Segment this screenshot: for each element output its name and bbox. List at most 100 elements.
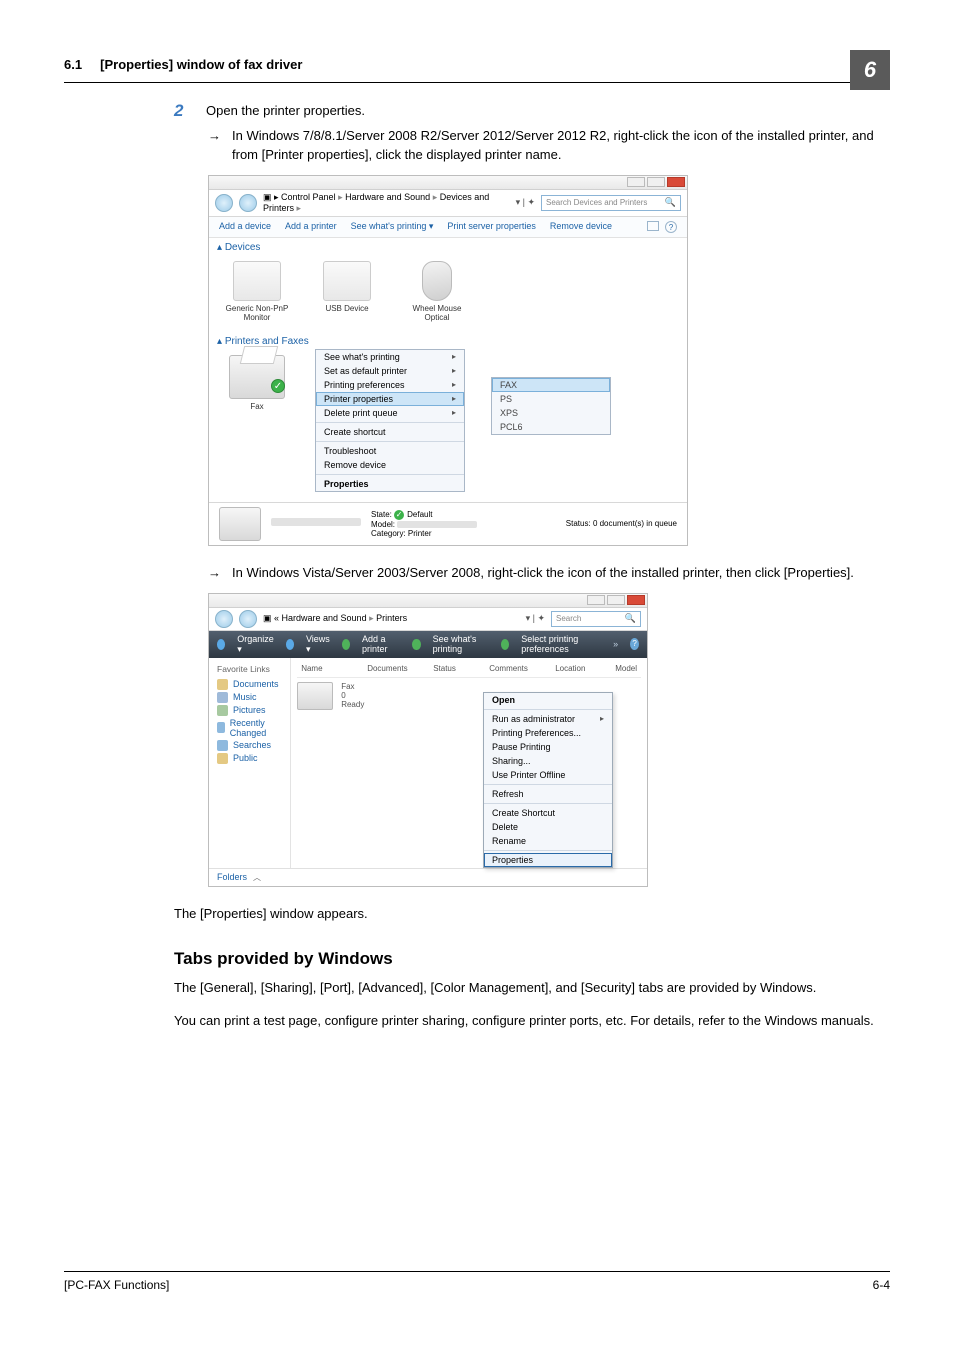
arrow-icon: → [208, 127, 222, 165]
close-button[interactable] [667, 177, 685, 187]
organize-icon [217, 639, 225, 650]
column-headers[interactable]: Name Documents Status Comments Location … [297, 662, 641, 678]
pictures-icon [217, 705, 228, 716]
mi-troubleshoot[interactable]: Troubleshoot [316, 444, 464, 458]
status-printer-icon [219, 507, 261, 541]
mi-printer-properties[interactable]: Printer properties▸ [316, 392, 464, 406]
search-input[interactable]: Search 🔍 [551, 611, 641, 627]
add-printer-button[interactable]: Add a printer [362, 634, 400, 654]
folders-bar[interactable]: Folders ︿ [209, 868, 647, 886]
mi-properties[interactable]: Properties [484, 853, 612, 867]
mi-printing-prefs[interactable]: Printing Preferences... [484, 726, 612, 740]
default-check-icon: ✓ [271, 379, 285, 393]
mouse-icon [422, 261, 452, 301]
minimize-button[interactable] [587, 595, 605, 605]
check-icon: ✓ [394, 510, 404, 520]
tabs-heading: Tabs provided by Windows [174, 949, 890, 969]
toolbar: Organize ▾ Views ▾ Add a printer See wha… [209, 631, 647, 658]
step-sub-a: → In Windows 7/8/8.1/Server 2008 R2/Serv… [208, 127, 890, 165]
post-text: The [Properties] window appears. [174, 905, 890, 924]
page-footer: [PC-FAX Functions] 6-4 [64, 1271, 890, 1292]
mi-delete-queue[interactable]: Delete print queue▸ [316, 406, 464, 420]
mi-see-printing[interactable]: See what's printing▸ [316, 350, 464, 364]
nav-music[interactable]: Music [217, 691, 282, 704]
select-prefs-button[interactable]: Select printing preferences [521, 634, 601, 654]
sm-fax[interactable]: FAX [492, 378, 610, 392]
search-input[interactable]: Search Devices and Printers 🔍 [541, 195, 681, 211]
see-printing-button[interactable]: See what's printing [433, 634, 489, 654]
documents-icon [217, 679, 228, 690]
see-whats-printing-button[interactable]: See what's printing ▾ [351, 221, 434, 233]
page-header: 6.1 [Properties] window of fax driver 6 [64, 50, 890, 83]
main-pane: Name Documents Status Comments Location … [291, 658, 647, 868]
printer-fax[interactable]: ✓ Fax [225, 355, 289, 411]
maximize-button[interactable] [607, 595, 625, 605]
mi-printing-prefs[interactable]: Printing preferences▸ [316, 378, 464, 392]
mi-create-shortcut[interactable]: Create Shortcut [484, 806, 612, 820]
add-printer-icon [342, 639, 350, 650]
maximize-button[interactable] [647, 177, 665, 187]
mi-rename[interactable]: Rename [484, 834, 612, 848]
submenu: FAX PS XPS PCL6 [491, 377, 611, 435]
search-icon: 🔍 [665, 197, 676, 208]
prefs-icon [501, 639, 509, 650]
mi-refresh[interactable]: Refresh [484, 787, 612, 801]
add-printer-button[interactable]: Add a printer [285, 221, 337, 233]
chevron-up-icon: ︿ [253, 872, 261, 883]
devices-row: Generic Non-PnP Monitor USB Device Wheel… [209, 257, 687, 332]
view-button[interactable] [647, 221, 659, 231]
mi-pause[interactable]: Pause Printing [484, 740, 612, 754]
views-button[interactable]: Views ▾ [306, 634, 330, 655]
mi-properties[interactable]: Properties [316, 477, 464, 491]
help-button[interactable]: ? [665, 221, 677, 233]
breadcrumb-path[interactable]: ▣ ▸ Control Panel ▸ Hardware and Sound ▸… [263, 192, 510, 214]
nav-back-button[interactable] [215, 610, 233, 628]
tabs-para-1: The [General], [Sharing], [Port], [Advan… [174, 979, 890, 998]
device-mouse[interactable]: Wheel Mouse Optical [405, 261, 469, 322]
mi-run-admin[interactable]: Run as administrator▸ [484, 712, 612, 726]
screenshot-vista: ▣ « Hardware and Sound ▸ Printers ▾ | ✦ … [208, 593, 648, 887]
print-server-properties-button[interactable]: Print server properties [447, 221, 536, 233]
title-bar [209, 176, 687, 190]
nav-forward-button[interactable] [239, 610, 257, 628]
step-sub-b: → In Windows Vista/Server 2003/Server 20… [208, 564, 890, 583]
nav-public[interactable]: Public [217, 752, 282, 765]
minimize-button[interactable] [627, 177, 645, 187]
device-monitor[interactable]: Generic Non-PnP Monitor [225, 261, 289, 322]
mi-delete[interactable]: Delete [484, 820, 612, 834]
music-icon [217, 692, 228, 703]
nav-pane: Favorite Links Documents Music Pictures … [209, 658, 291, 868]
nav-forward-button[interactable] [239, 194, 257, 212]
mi-remove-device[interactable]: Remove device [316, 458, 464, 472]
organize-button[interactable]: Organize ▾ [237, 634, 274, 655]
add-device-button[interactable]: Add a device [219, 221, 271, 233]
context-menu: Open Run as administrator▸ Printing Pref… [483, 692, 613, 868]
tabs-para-2: You can print a test page, configure pri… [174, 1012, 890, 1031]
title-bar [209, 594, 647, 608]
device-usb[interactable]: USB Device [315, 261, 379, 322]
mi-set-default[interactable]: Set as default printer▸ [316, 364, 464, 378]
sm-xps[interactable]: XPS [492, 406, 610, 420]
sm-pcl6[interactable]: PCL6 [492, 420, 610, 434]
context-menu: See what's printing▸ Set as default prin… [315, 349, 465, 492]
nav-back-button[interactable] [215, 194, 233, 212]
nav-recently-changed[interactable]: Recently Changed [217, 717, 282, 739]
printer-icon [297, 682, 333, 710]
mi-offline[interactable]: Use Printer Offline [484, 768, 612, 782]
nav-documents[interactable]: Documents [217, 678, 282, 691]
mi-open[interactable]: Open [484, 693, 612, 707]
remove-device-button[interactable]: Remove device [550, 221, 612, 233]
help-button[interactable]: ? [630, 638, 639, 650]
close-button[interactable] [627, 595, 645, 605]
mi-sharing[interactable]: Sharing... [484, 754, 612, 768]
footer-left: [PC-FAX Functions] [64, 1278, 169, 1292]
sm-ps[interactable]: PS [492, 392, 610, 406]
nav-searches[interactable]: Searches [217, 739, 282, 752]
mi-create-shortcut[interactable]: Create shortcut [316, 425, 464, 439]
breadcrumb-path[interactable]: ▣ « Hardware and Sound ▸ Printers [263, 613, 520, 624]
see-printing-icon [412, 639, 420, 650]
usb-device-icon [323, 261, 371, 301]
public-icon [217, 753, 228, 764]
nav-pictures[interactable]: Pictures [217, 704, 282, 717]
section-number: 6.1 [64, 57, 82, 72]
